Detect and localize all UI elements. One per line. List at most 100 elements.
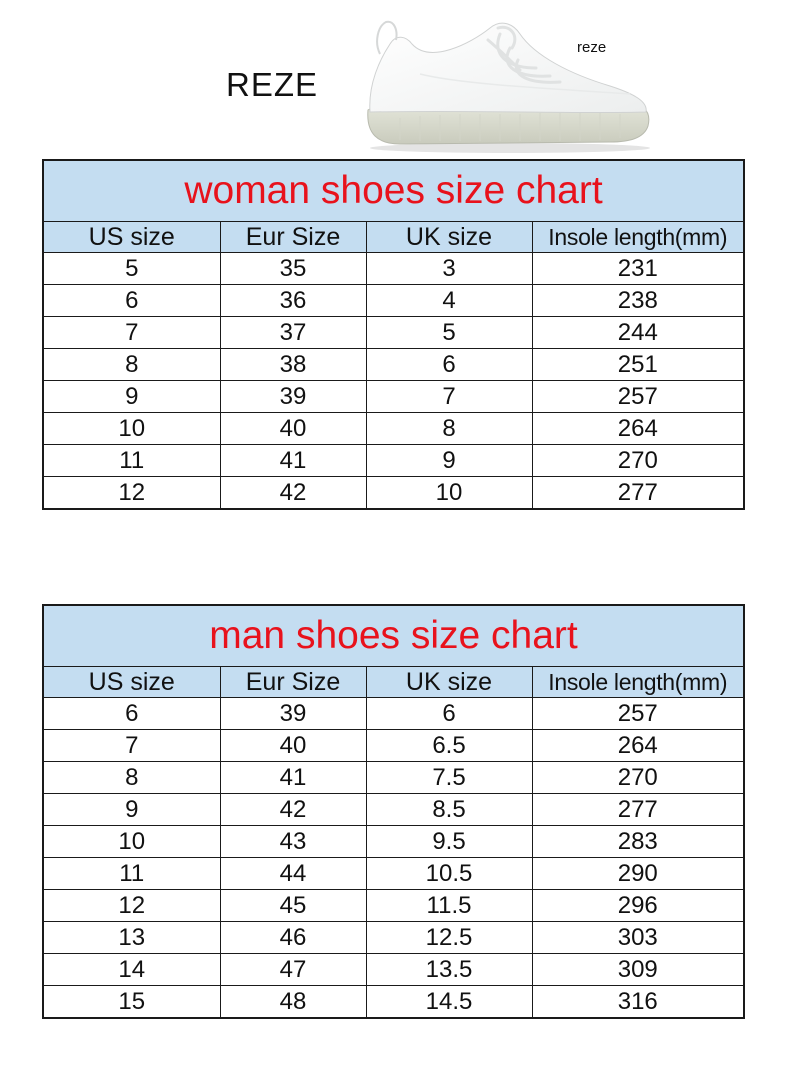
cell-us-size: 6	[42, 697, 221, 730]
cell-insole-length: 303	[531, 921, 745, 954]
cell-eur-size: 44	[219, 857, 367, 890]
cell-us-size: 10	[42, 825, 221, 858]
cell-insole-length: 270	[531, 761, 745, 794]
cell-insole-length: 316	[531, 985, 745, 1019]
cell-us-size: 6	[42, 284, 221, 317]
table-row: 10 40 8 264	[42, 412, 745, 445]
cell-us-size: 5	[42, 252, 221, 285]
cell-us-size: 12	[42, 476, 221, 510]
cell-eur-size: 35	[219, 252, 367, 285]
header-us-size: US size	[42, 221, 221, 253]
cell-uk-size: 6	[365, 348, 533, 381]
cell-eur-size: 42	[219, 793, 367, 826]
header-uk-size: UK size	[365, 221, 533, 253]
header-insole-length: Insole length(mm)	[531, 221, 745, 253]
cell-uk-size: 6	[365, 697, 533, 730]
cell-us-size: 10	[42, 412, 221, 445]
cell-uk-size: 11.5	[365, 889, 533, 922]
cell-eur-size: 37	[219, 316, 367, 349]
cell-us-size: 11	[42, 444, 221, 477]
shoe-label: reze	[577, 39, 607, 56]
table-row: 6 39 6 257	[42, 697, 745, 730]
header-eur-size: Eur Size	[219, 221, 367, 253]
header-uk-size: UK size	[365, 666, 533, 698]
cell-uk-size: 10	[365, 476, 533, 510]
header-eur-size: Eur Size	[219, 666, 367, 698]
cell-uk-size: 3	[365, 252, 533, 285]
header-us-size: US size	[42, 666, 221, 698]
cell-insole-length: 270	[531, 444, 745, 477]
brand-name: REZE	[226, 66, 319, 103]
cell-eur-size: 43	[219, 825, 367, 858]
cell-eur-size: 38	[219, 348, 367, 381]
cell-us-size: 7	[42, 316, 221, 349]
cell-eur-size: 46	[219, 921, 367, 954]
cell-eur-size: 47	[219, 953, 367, 986]
cell-us-size: 14	[42, 953, 221, 986]
table-row: 12 42 10 277	[42, 476, 745, 510]
cell-eur-size: 41	[219, 761, 367, 794]
cell-uk-size: 10.5	[365, 857, 533, 890]
man-table-body: 6 39 6 257 7 40 6.5 264 8 41 7.5 270 9 42 8.5 277 10 43 9.…	[42, 697, 745, 1019]
cell-eur-size: 40	[219, 729, 367, 762]
cell-uk-size: 9.5	[365, 825, 533, 858]
cell-us-size: 9	[42, 793, 221, 826]
cell-uk-size: 8	[365, 412, 533, 445]
cell-uk-size: 5	[365, 316, 533, 349]
woman-table-body: 5 35 3 231 6 36 4 238 7 37 5 244 8 38 6 251 9 39 7 257 10 40 8…	[42, 252, 745, 510]
cell-insole-length: 257	[531, 380, 745, 413]
cell-uk-size: 6.5	[365, 729, 533, 762]
woman-chart-title: woman shoes size chart	[42, 159, 745, 222]
cell-us-size: 8	[42, 348, 221, 381]
cell-us-size: 8	[42, 761, 221, 794]
cell-insole-length: 283	[531, 825, 745, 858]
cell-uk-size: 12.5	[365, 921, 533, 954]
cell-eur-size: 45	[219, 889, 367, 922]
cell-us-size: 12	[42, 889, 221, 922]
cell-insole-length: 231	[531, 252, 745, 285]
table-row: 10 43 9.5 283	[42, 825, 745, 858]
cell-us-size: 13	[42, 921, 221, 954]
man-chart-title: man shoes size chart	[42, 604, 745, 667]
cell-insole-length: 264	[531, 729, 745, 762]
cell-eur-size: 36	[219, 284, 367, 317]
table-row: 7 40 6.5 264	[42, 729, 745, 762]
cell-uk-size: 9	[365, 444, 533, 477]
table-row: 11 44 10.5 290	[42, 857, 745, 890]
table-row: 13 46 12.5 303	[42, 921, 745, 954]
cell-insole-length: 238	[531, 284, 745, 317]
cell-insole-length: 309	[531, 953, 745, 986]
table-row: 8 41 7.5 270	[42, 761, 745, 794]
cell-insole-length: 264	[531, 412, 745, 445]
cell-uk-size: 14.5	[365, 985, 533, 1019]
cell-uk-size: 7.5	[365, 761, 533, 794]
cell-eur-size: 41	[219, 444, 367, 477]
table-row: 9 42 8.5 277	[42, 793, 745, 826]
cell-us-size: 9	[42, 380, 221, 413]
cell-eur-size: 39	[219, 380, 367, 413]
table-row: 7 37 5 244	[42, 316, 745, 349]
cell-uk-size: 8.5	[365, 793, 533, 826]
cell-uk-size: 7	[365, 380, 533, 413]
cell-uk-size: 4	[365, 284, 533, 317]
cell-insole-length: 257	[531, 697, 745, 730]
cell-uk-size: 13.5	[365, 953, 533, 986]
cell-insole-length: 251	[531, 348, 745, 381]
cell-us-size: 15	[42, 985, 221, 1019]
sneaker-image	[367, 20, 650, 153]
cell-eur-size: 42	[219, 476, 367, 510]
table-row: 15 48 14.5 316	[42, 985, 745, 1019]
table-row: 5 35 3 231	[42, 252, 745, 285]
cell-eur-size: 40	[219, 412, 367, 445]
cell-insole-length: 277	[531, 476, 745, 510]
cell-eur-size: 39	[219, 697, 367, 730]
cell-insole-length: 296	[531, 889, 745, 922]
table-row: 6 36 4 238	[42, 284, 745, 317]
cell-us-size: 7	[42, 729, 221, 762]
woman-size-chart: woman shoes size chart US size Eur Size …	[42, 159, 746, 510]
man-size-chart: man shoes size chart US size Eur Size UK…	[42, 604, 746, 1019]
cell-insole-length: 244	[531, 316, 745, 349]
table-row: 9 39 7 257	[42, 380, 745, 413]
header-insole-length: Insole length(mm)	[531, 666, 745, 698]
table-row: 14 47 13.5 309	[42, 953, 745, 986]
